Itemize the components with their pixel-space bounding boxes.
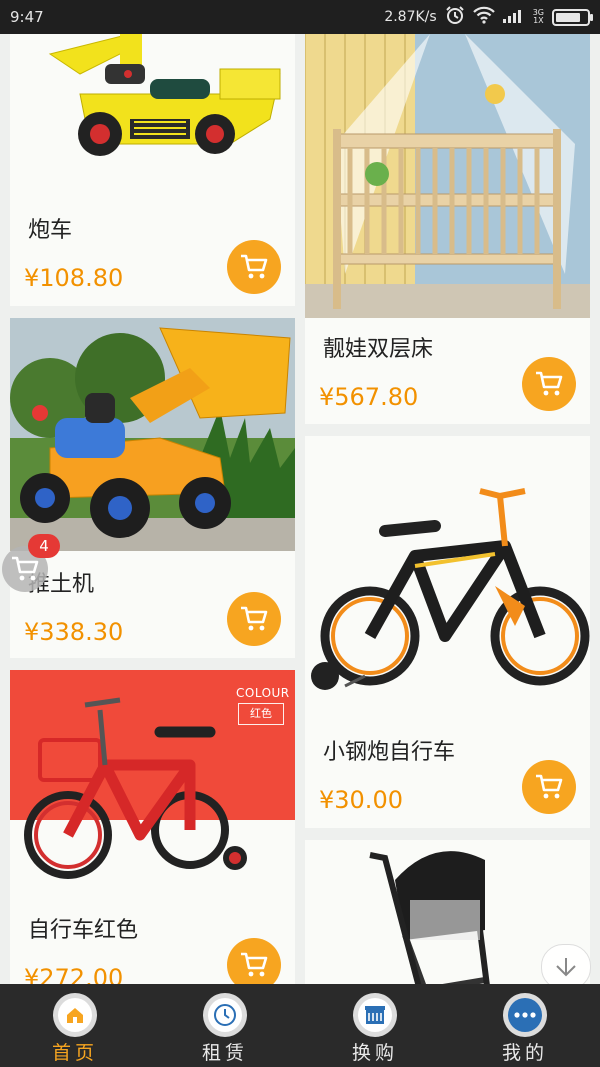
cart-icon (536, 774, 563, 799)
product-image[interactable] (10, 318, 295, 551)
cart-icon (241, 254, 268, 279)
nav-label: 换购 (351, 1042, 398, 1064)
product-card[interactable]: COLOUR 红色 自行车红色 ¥272.00 (10, 670, 295, 1010)
product-card[interactable]: 小钢炮自行车 ¥30.00 (305, 436, 590, 828)
product-image[interactable] (305, 34, 590, 318)
product-price: ¥30.00 (319, 786, 403, 814)
battery-icon (552, 8, 593, 26)
cell-signal-icon (502, 7, 525, 27)
hotel-icon (353, 993, 397, 1037)
battery-fill (556, 12, 580, 22)
product-name: 炮车 (28, 218, 73, 243)
more-dots-icon (503, 993, 547, 1037)
add-to-cart-button[interactable] (522, 357, 576, 411)
product-price: ¥108.80 (24, 264, 124, 292)
clock-icon (203, 993, 247, 1037)
product-image[interactable]: COLOUR 红色 (10, 670, 295, 896)
nav-label: 租赁 (201, 1042, 248, 1064)
home-icon (53, 993, 97, 1037)
add-to-cart-button[interactable] (522, 760, 576, 814)
product-name: 靓娃双层床 (323, 337, 434, 362)
cart-icon (536, 371, 563, 396)
arrow-down-icon (556, 958, 576, 977)
cart-badge: 4 (28, 534, 60, 558)
bottom-nav: 首页 租赁 换购 我的 (0, 984, 600, 1067)
product-name: 小钢炮自行车 (323, 740, 456, 765)
cart-icon (241, 606, 268, 631)
alarm-icon (445, 5, 465, 29)
net-speed: 2.87K/s (384, 9, 437, 25)
product-image[interactable] (305, 436, 590, 726)
nav-item-mine[interactable]: 我的 (450, 984, 600, 1067)
cart-icon (241, 952, 268, 977)
product-card[interactable]: 炮车 ¥108.80 (10, 34, 295, 306)
network-type: 3G 1X (533, 9, 544, 25)
status-time: 9:47 (10, 8, 44, 26)
add-to-cart-button[interactable] (227, 592, 281, 646)
wifi-icon (472, 6, 495, 28)
nav-label: 我的 (501, 1042, 548, 1064)
nav-item-exchange[interactable]: 换购 (300, 984, 450, 1067)
nav-item-home[interactable]: 首页 (0, 984, 150, 1067)
product-image[interactable] (10, 34, 295, 184)
product-name: 自行车红色 (28, 918, 139, 943)
product-price: ¥338.30 (24, 618, 124, 646)
product-card[interactable]: 靓娃双层床 ¥567.80 (305, 34, 590, 424)
nav-item-rent[interactable]: 租赁 (150, 984, 300, 1067)
product-card[interactable]: 推土机 ¥338.30 (10, 318, 295, 658)
color-tag: 红色 (238, 703, 284, 725)
nav-label: 首页 (51, 1042, 98, 1064)
network-type-bottom: 1X (533, 16, 544, 25)
product-price: ¥567.80 (319, 383, 419, 411)
status-bar: 9:47 2.87K/s 3G 1X (0, 0, 600, 34)
add-to-cart-button[interactable] (227, 240, 281, 294)
status-icons: 2.87K/s 3G 1X (384, 5, 593, 29)
colour-label: COLOUR (236, 686, 290, 700)
cart-icon (12, 556, 39, 581)
